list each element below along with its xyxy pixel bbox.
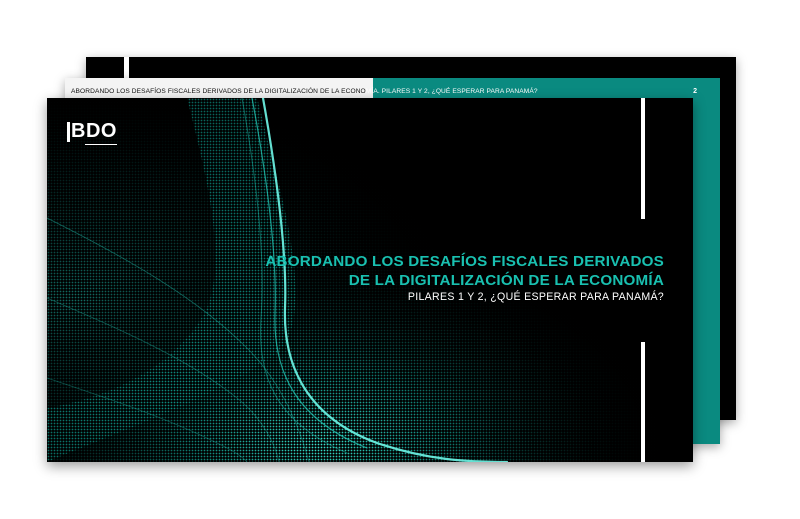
accent-bar-bottom — [641, 342, 645, 462]
slide-header-part-2: MÍA. PILARES 1 Y 2, ¿QUÉ ESPERAR PARA PA… — [365, 88, 538, 95]
cover-subtitle: PILARES 1 Y 2, ¿QUÉ ESPERAR PARA PANAMÁ? — [407, 291, 664, 303]
cover-title: ABORDANDO LOS DESAFÍOS FISCALES DERIVADO… — [265, 252, 664, 290]
logo-bar — [67, 121, 70, 142]
logo-underline — [85, 143, 117, 145]
slide-header-part-1: ABORDANDO LOS DESAFÍOS FISCALES DERIVADO… — [71, 88, 366, 95]
accent-bar-top — [641, 98, 645, 219]
cover-slide: BDO ABORDANDO LOS DESAFÍOS FISCALES DERI… — [47, 98, 693, 462]
cover-title-line-1: ABORDANDO LOS DESAFÍOS FISCALES DERIVADO… — [265, 253, 664, 270]
bdo-logo: BDO — [67, 120, 117, 145]
logo-text: BDO — [71, 120, 117, 142]
page-number: 2 — [693, 88, 697, 95]
presentation-preview: ABORDANDO LOS DESAFÍOS FISCALES DERIVADO… — [0, 0, 800, 519]
cover-title-line-2: DE LA DIGITALIZACIÓN DE LA ECONOMÍA — [348, 272, 664, 289]
slide-header-text: ABORDANDO LOS DESAFÍOS FISCALES DERIVADO… — [71, 88, 711, 95]
